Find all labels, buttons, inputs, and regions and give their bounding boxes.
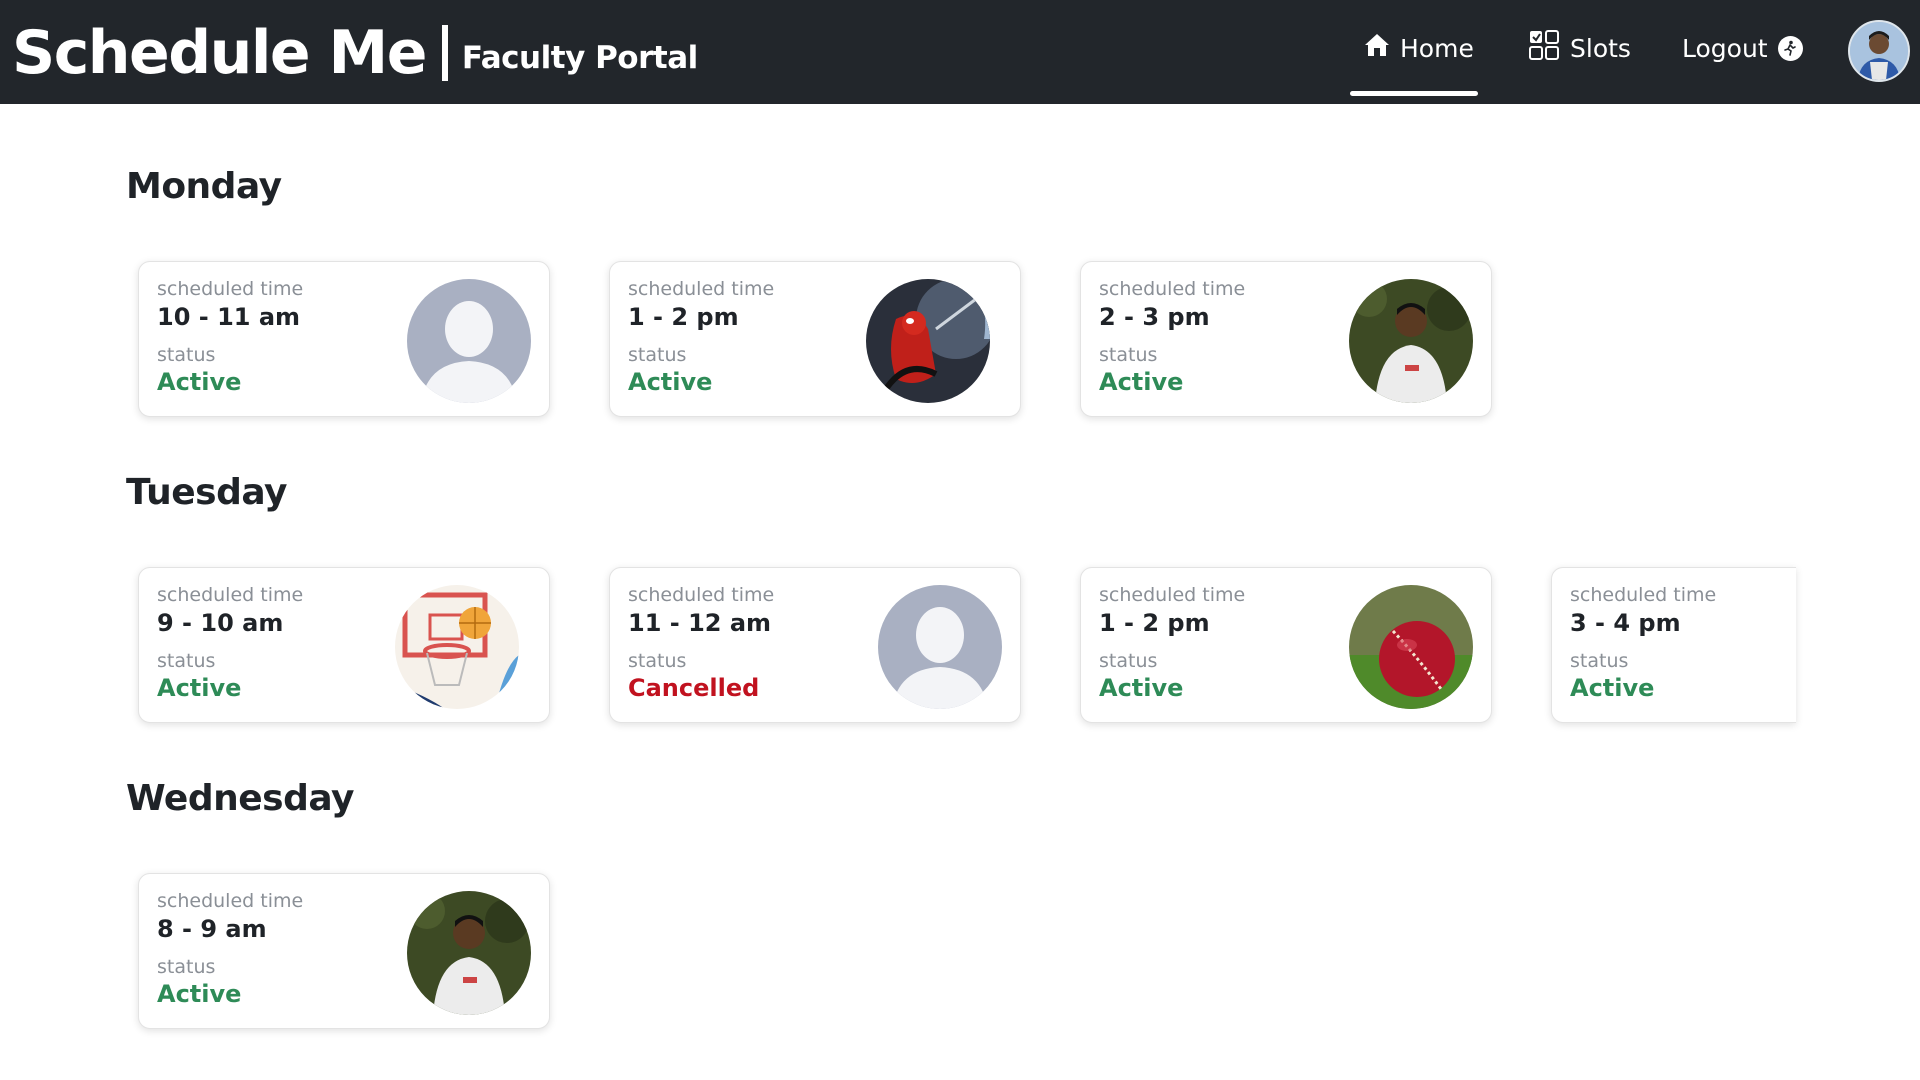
scheduled-time-label: scheduled time (1099, 584, 1246, 606)
nav-slots[interactable]: Slots (1528, 28, 1631, 68)
user-avatar[interactable] (1848, 20, 1910, 82)
status-label: status (628, 344, 687, 366)
scheduled-time-label: scheduled time (157, 278, 304, 300)
cricket-ball-image (1349, 585, 1473, 709)
status-label: status (157, 956, 216, 978)
slot-time: 11 - 12 am (628, 609, 772, 637)
slot-card[interactable]: scheduled time 9 - 10 am status Active (138, 567, 550, 723)
status-label: status (157, 344, 216, 366)
slot-card[interactable]: scheduled time 1 - 2 pm status Active (609, 261, 1021, 417)
slot-status: Active (1099, 674, 1184, 702)
status-label: status (1099, 650, 1158, 672)
slot-card[interactable]: scheduled time 3 - 4 pm status Active (1551, 567, 1796, 723)
slot-status: Active (1099, 368, 1184, 396)
slot-time: 3 - 4 pm (1570, 609, 1681, 637)
slot-status: Active (157, 674, 242, 702)
slot-time: 9 - 10 am (157, 609, 284, 637)
slot-time: 8 - 9 am (157, 915, 267, 943)
scheduled-time-label: scheduled time (1099, 278, 1246, 300)
nav-home-label: Home (1400, 33, 1474, 63)
app-subtitle: Faculty Portal (461, 40, 698, 76)
status-label: status (1570, 650, 1629, 672)
top-navbar: Schedule Me Faculty Portal Home Slots Lo… (0, 0, 1920, 104)
scheduled-time-label: scheduled time (628, 278, 775, 300)
basketball-hoop-image (395, 585, 519, 709)
slot-time: 10 - 11 am (157, 303, 301, 331)
slot-time: 1 - 2 pm (628, 303, 739, 331)
brand-divider (441, 25, 448, 81)
student-photo-image (407, 891, 531, 1015)
day-heading-tuesday: Tuesday (126, 472, 288, 513)
day-heading-wednesday: Wednesday (126, 778, 355, 819)
nav-home[interactable]: Home (1364, 28, 1474, 68)
slot-status: Active (1570, 674, 1655, 702)
home-icon (1364, 33, 1390, 63)
superhero-art-image (866, 279, 990, 403)
slot-card[interactable]: scheduled time 8 - 9 am status Active (138, 873, 550, 1029)
slot-status: Active (157, 980, 242, 1008)
slot-card[interactable]: scheduled time 11 - 12 am status Cancell… (609, 567, 1021, 723)
slot-time: 2 - 3 pm (1099, 303, 1210, 331)
run-icon (1777, 35, 1803, 61)
slot-card[interactable]: scheduled time 10 - 11 am status Active (138, 261, 550, 417)
scheduled-time-label: scheduled time (1570, 584, 1717, 606)
status-label: status (628, 650, 687, 672)
slot-status: Active (628, 368, 713, 396)
nav-logout-label: Logout (1682, 33, 1768, 63)
brand[interactable]: Schedule Me Faculty Portal (12, 18, 698, 88)
slot-card[interactable]: scheduled time 2 - 3 pm status Active (1080, 261, 1492, 417)
day-heading-monday: Monday (126, 166, 282, 207)
scheduled-time-label: scheduled time (157, 890, 304, 912)
slot-time: 1 - 2 pm (1099, 609, 1210, 637)
grid-check-icon (1528, 29, 1560, 67)
status-label: status (1099, 344, 1158, 366)
active-tab-indicator (1350, 91, 1478, 96)
scheduled-time-label: scheduled time (157, 584, 304, 606)
default-avatar-image (878, 585, 1002, 709)
nav-logout[interactable]: Logout (1682, 28, 1803, 68)
student-photo-image (1349, 279, 1473, 403)
scheduled-time-label: scheduled time (628, 584, 775, 606)
slot-status: Cancelled (628, 674, 760, 702)
slot-status: Active (157, 368, 242, 396)
default-avatar-image (407, 279, 531, 403)
nav-slots-label: Slots (1570, 33, 1631, 63)
app-title: Schedule Me (12, 18, 427, 88)
slot-card[interactable]: scheduled time 1 - 2 pm status Active (1080, 567, 1492, 723)
status-label: status (157, 650, 216, 672)
